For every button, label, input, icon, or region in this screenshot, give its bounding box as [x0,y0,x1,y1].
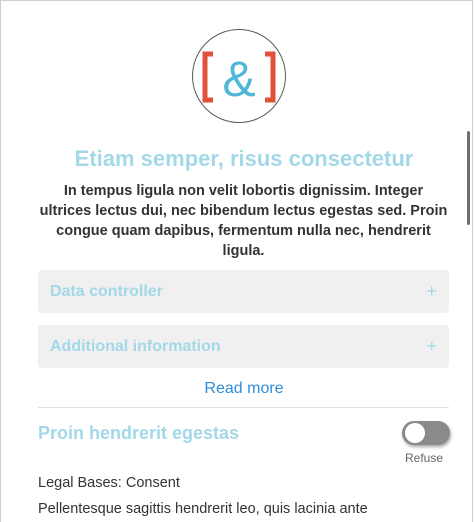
consent-panel: & Etiam semper, risus consectetur In tem… [0,0,473,522]
intro-text: In tempus ligula non velit lobortis dign… [39,183,448,259]
legal-bases: Legal Bases: Consent [38,475,180,491]
brand-logo: & [191,28,287,124]
accordion-data-controller[interactable]: Data controller + [38,270,449,313]
accordion-label: Additional information [50,337,221,355]
plus-icon: + [426,336,437,356]
purpose-description: Pellentesque sagittis hendrerit leo, qui… [38,501,368,517]
svg-text:&: & [222,51,255,107]
consent-toggle[interactable] [402,421,450,445]
accordion-label: Data controller [50,282,163,300]
toggle-label: Refuse [405,451,444,465]
page-title: Etiam semper, risus consectetur [74,146,414,171]
purpose-title: Proin hendrerit egestas [38,423,240,443]
accordion-additional-information[interactable]: Additional information + [38,325,449,368]
plus-icon: + [426,281,437,301]
divider [38,407,449,408]
toggle-knob [405,423,425,443]
read-more-link[interactable]: Read more [1,380,472,398]
